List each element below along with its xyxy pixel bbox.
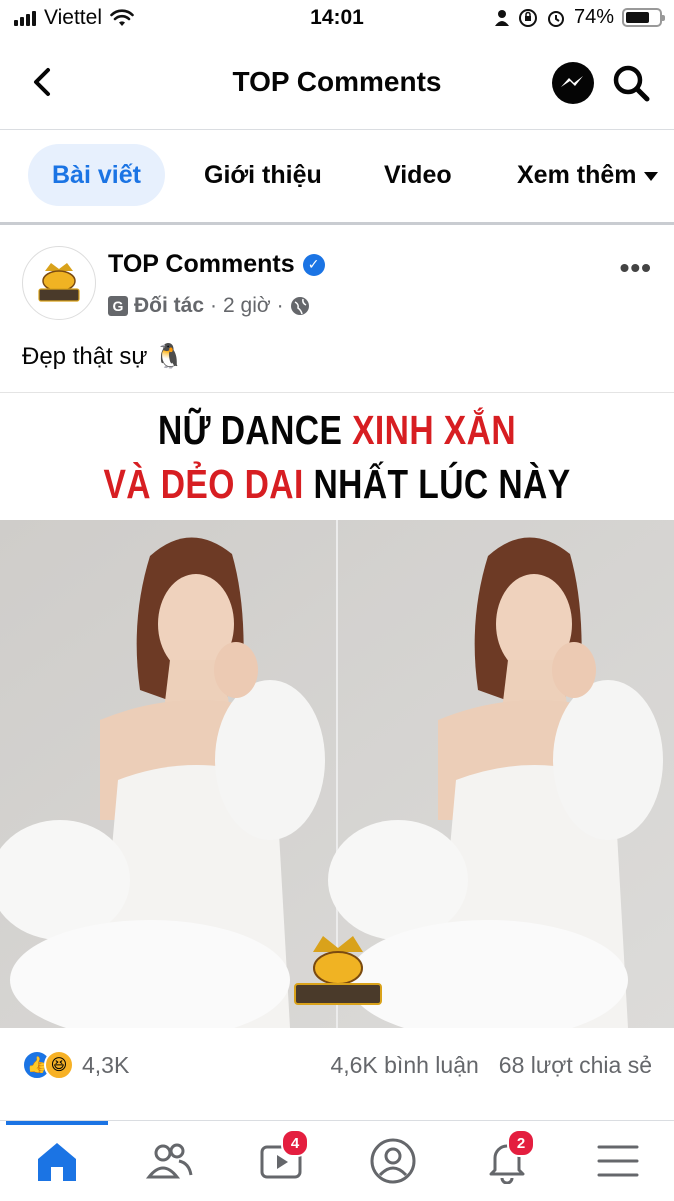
tab-posts[interactable]: Bài viết: [28, 144, 165, 206]
post-caption: Đẹp thật sự 🐧: [22, 343, 185, 370]
post-stats: 👍 😆 4,3K 4,6K bình luận 68 lượt chia sẻ: [0, 1040, 674, 1094]
tab-more[interactable]: Xem thêm: [517, 144, 659, 206]
post-time[interactable]: 2 giờ: [223, 294, 271, 318]
headline-line-2-black: NHẤT LÚC NÀY: [313, 461, 571, 507]
post-header: TOP Comments ✓ G Đối tác · 2 giờ · •••: [0, 232, 674, 332]
status-icons: 74%: [494, 6, 665, 29]
reactions-count: 4,3K: [82, 1051, 130, 1078]
tab-video[interactable]: Video: [384, 144, 452, 206]
profile-icon: [370, 1138, 416, 1184]
shares-count[interactable]: 68 lượt chia sẻ: [499, 1052, 652, 1079]
headline-line-1-black: NỮ DANCE: [157, 407, 343, 453]
notifications-badge: 2: [507, 1129, 535, 1157]
tab-about[interactable]: Giới thiệu: [204, 144, 322, 206]
nav-notifications[interactable]: 2: [477, 1129, 537, 1191]
post-author[interactable]: TOP Comments ✓: [108, 250, 325, 279]
post-author-name: TOP Comments: [108, 250, 295, 278]
headline-line-2: VÀ DẺO DAI NHẤT LÚC NÀY: [61, 461, 614, 508]
partner-label: Đối tác: [134, 294, 205, 317]
nav-menu[interactable]: [588, 1131, 648, 1191]
reactions-summary[interactable]: 👍 😆 4,3K: [22, 1050, 129, 1080]
headline-line-1: NỮ DANCE XINH XẮN: [61, 407, 614, 454]
comments-count[interactable]: 4,6K bình luận: [330, 1052, 478, 1079]
status-bar: Viettel 14:01 74%: [0, 0, 674, 36]
page-header: TOP Comments: [0, 48, 674, 120]
alarm-icon: [547, 10, 564, 27]
header-divider: [0, 129, 674, 130]
caret-down-icon: [644, 171, 659, 181]
verified-badge-icon: ✓: [302, 253, 325, 276]
nav-video[interactable]: 4: [251, 1129, 311, 1191]
person-icon: [494, 9, 509, 26]
image-banner: NỮ DANCE XINH XẮN VÀ DẺO DAI NHẤT LÚC NÀ…: [0, 392, 674, 521]
home-icon: [38, 1143, 76, 1181]
more-options-button[interactable]: •••: [620, 252, 652, 284]
top-comments-watermark: [294, 936, 382, 1005]
avatar[interactable]: [22, 246, 96, 320]
battery-icon: [622, 8, 665, 27]
active-tab-indicator: [6, 1121, 108, 1125]
nav-home[interactable]: [27, 1131, 87, 1191]
menu-icon: [597, 1145, 639, 1177]
tabs-divider: [0, 222, 674, 225]
friends-icon: [145, 1143, 193, 1179]
top-comments-logo: [38, 263, 80, 302]
meta-separator-2: ·: [276, 294, 284, 317]
battery-percent: 74%: [573, 6, 614, 28]
video-badge: 4: [281, 1129, 309, 1157]
bottom-nav: 4 2: [0, 1120, 674, 1201]
messenger-icon[interactable]: [550, 60, 596, 106]
partner-icon: G: [108, 296, 128, 316]
globe-icon: [290, 297, 309, 315]
haha-icon: 😆: [44, 1050, 74, 1080]
post-image[interactable]: NỮ DANCE XINH XẮN VÀ DẺO DAI NHẤT LÚC NÀ…: [0, 392, 674, 1028]
nav-profile[interactable]: [363, 1131, 423, 1191]
engagement-counts: 4,6K bình luận 68 lượt chia sẻ: [330, 1052, 652, 1079]
tab-more-label: Xem thêm: [517, 161, 637, 189]
meta-separator: ·: [210, 294, 218, 317]
headline-line-2-red: VÀ DẺO DAI: [103, 461, 304, 507]
search-icon[interactable]: [608, 60, 654, 106]
orientation-lock-icon: [518, 8, 537, 27]
post-meta: G Đối tác · 2 giờ ·: [108, 294, 310, 318]
page-tabs: Bài viết Giới thiệu Video Xem thêm: [0, 140, 674, 216]
nav-friends[interactable]: [139, 1131, 199, 1191]
headline-line-1-red: XINH XẮN: [352, 407, 517, 453]
